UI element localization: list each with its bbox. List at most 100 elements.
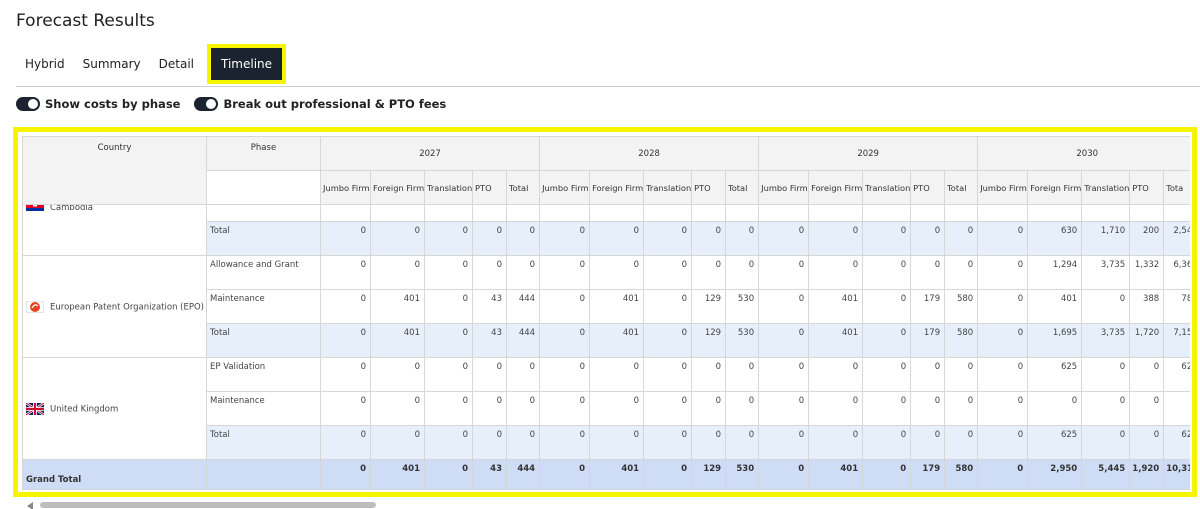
value-cell[interactable]: 0 — [758, 221, 810, 256]
value-cell[interactable]: 444 — [505, 323, 541, 358]
grand-total-value[interactable]: 0 — [977, 459, 1029, 490]
value-cell[interactable]: 0 — [370, 357, 425, 392]
value-cell[interactable]: 62 — [1163, 357, 1190, 392]
value-cell[interactable]: 0 — [539, 323, 591, 358]
value-cell[interactable]: 0 — [910, 357, 946, 392]
grand-total-value[interactable]: 129 — [691, 459, 727, 490]
value-cell[interactable] — [910, 204, 946, 222]
value-cell[interactable]: 0 — [539, 391, 591, 426]
horizontal-scrollbar[interactable] — [40, 502, 376, 508]
grand-total-value[interactable]: 0 — [424, 459, 473, 490]
value-cell[interactable]: 401 — [370, 323, 425, 358]
value-cell[interactable]: 0 — [862, 255, 912, 290]
value-cell[interactable]: 0 — [862, 425, 912, 460]
value-cell[interactable] — [1163, 204, 1190, 222]
value-cell[interactable]: 0 — [725, 255, 760, 290]
value-cell[interactable]: 630 — [1027, 221, 1083, 256]
value-cell[interactable]: 1,710 — [1081, 221, 1131, 256]
value-cell[interactable]: 0 — [977, 391, 1029, 426]
value-cell[interactable]: 0 — [320, 221, 371, 256]
value-cell[interactable] — [758, 204, 810, 222]
value-cell[interactable]: 1,332 — [1129, 255, 1165, 290]
value-cell[interactable] — [424, 204, 473, 222]
value-cell[interactable]: 1,695 — [1027, 323, 1083, 358]
value-cell[interactable]: 625 — [1027, 425, 1083, 460]
value-cell[interactable]: 3,735 — [1081, 323, 1131, 358]
value-cell[interactable]: 0 — [977, 255, 1029, 290]
break-out-fees-toggle[interactable]: Break out professional & PTO fees — [194, 97, 446, 111]
value-cell[interactable]: 0 — [1081, 425, 1131, 460]
value-cell[interactable]: 62 — [1163, 425, 1190, 460]
value-cell[interactable]: 0 — [691, 425, 727, 460]
value-cell[interactable]: 0 — [944, 221, 979, 256]
value-cell[interactable] — [944, 204, 979, 222]
value-cell[interactable]: 0 — [758, 425, 810, 460]
value-cell[interactable] — [370, 204, 425, 222]
value-cell[interactable]: 0 — [725, 391, 760, 426]
value-cell[interactable]: 0 — [539, 289, 591, 324]
fee-column-header[interactable]: Translation — [424, 170, 473, 205]
value-cell[interactable]: 0 — [589, 391, 645, 426]
value-cell[interactable]: 0 — [944, 425, 979, 460]
value-cell[interactable] — [1163, 391, 1190, 426]
value-cell[interactable]: 0 — [320, 323, 371, 358]
value-cell[interactable]: 1,294 — [1027, 255, 1083, 290]
value-cell[interactable]: 0 — [862, 289, 912, 324]
fee-column-header[interactable]: Foreign Firm — [1027, 170, 1083, 205]
value-cell[interactable]: 388 — [1129, 289, 1165, 324]
value-cell[interactable] — [505, 204, 541, 222]
fee-column-header[interactable]: Translation — [862, 170, 912, 205]
value-cell[interactable] — [320, 204, 371, 222]
value-cell[interactable]: 401 — [589, 289, 645, 324]
value-cell[interactable] — [691, 204, 727, 222]
tab-hybrid[interactable]: Hybrid — [16, 47, 74, 81]
value-cell[interactable]: 444 — [505, 289, 541, 324]
value-cell[interactable]: 0 — [808, 391, 864, 426]
value-cell[interactable]: 0 — [424, 391, 473, 426]
value-cell[interactable]: 0 — [424, 357, 473, 392]
value-cell[interactable]: 0 — [862, 323, 912, 358]
grand-total-value[interactable]: 0 — [862, 459, 912, 490]
grand-total-value[interactable]: 401 — [370, 459, 425, 490]
value-cell[interactable] — [1129, 204, 1165, 222]
value-cell[interactable]: 0 — [1081, 357, 1131, 392]
grand-total-value[interactable]: 530 — [725, 459, 760, 490]
value-cell[interactable]: 0 — [725, 357, 760, 392]
grid-viewport[interactable]: Country Phase 2027 2028 2029 2030 Jumbo Firm Fo… — [22, 136, 1190, 492]
fee-column-header[interactable]: Total — [725, 170, 760, 205]
value-cell[interactable] — [643, 204, 693, 222]
value-cell[interactable]: 0 — [910, 221, 946, 256]
value-cell[interactable]: 0 — [977, 425, 1029, 460]
value-cell[interactable]: 0 — [539, 255, 591, 290]
value-cell[interactable]: 0 — [370, 221, 425, 256]
value-cell[interactable]: 0 — [1027, 391, 1083, 426]
value-cell[interactable]: 0 — [424, 221, 473, 256]
value-cell[interactable]: 0 — [758, 391, 810, 426]
value-cell[interactable]: 625 — [1027, 357, 1083, 392]
fee-column-header[interactable]: Jumbo Firm — [539, 170, 591, 205]
value-cell[interactable]: 0 — [691, 357, 727, 392]
value-cell[interactable]: 0 — [691, 221, 727, 256]
value-cell[interactable]: 0 — [505, 357, 541, 392]
value-cell[interactable]: 0 — [643, 357, 693, 392]
grand-total-value[interactable]: 43 — [472, 459, 507, 490]
value-cell[interactable]: 0 — [320, 425, 371, 460]
tab-detail[interactable]: Detail — [150, 47, 203, 81]
value-cell[interactable] — [725, 204, 760, 222]
value-cell[interactable]: 0 — [758, 255, 810, 290]
value-cell[interactable]: 0 — [424, 289, 473, 324]
grand-total-value[interactable]: 401 — [589, 459, 645, 490]
scroll-left-icon[interactable] — [27, 502, 33, 509]
value-cell[interactable]: 0 — [1129, 391, 1165, 426]
value-cell[interactable]: 179 — [910, 289, 946, 324]
grand-total-value[interactable]: 5,445 — [1081, 459, 1131, 490]
value-cell[interactable]: 0 — [589, 255, 645, 290]
value-cell[interactable]: 0 — [505, 425, 541, 460]
grand-total-value[interactable]: 1,920 — [1129, 459, 1165, 490]
grand-total-value[interactable]: 10,31 — [1163, 459, 1190, 490]
value-cell[interactable]: 0 — [758, 323, 810, 358]
value-cell[interactable]: 0 — [1081, 289, 1131, 324]
fee-column-header[interactable]: Foreign Firm — [808, 170, 864, 205]
value-cell[interactable]: 7,15 — [1163, 323, 1190, 358]
fee-column-header[interactable]: Foreign Firm — [589, 170, 645, 205]
